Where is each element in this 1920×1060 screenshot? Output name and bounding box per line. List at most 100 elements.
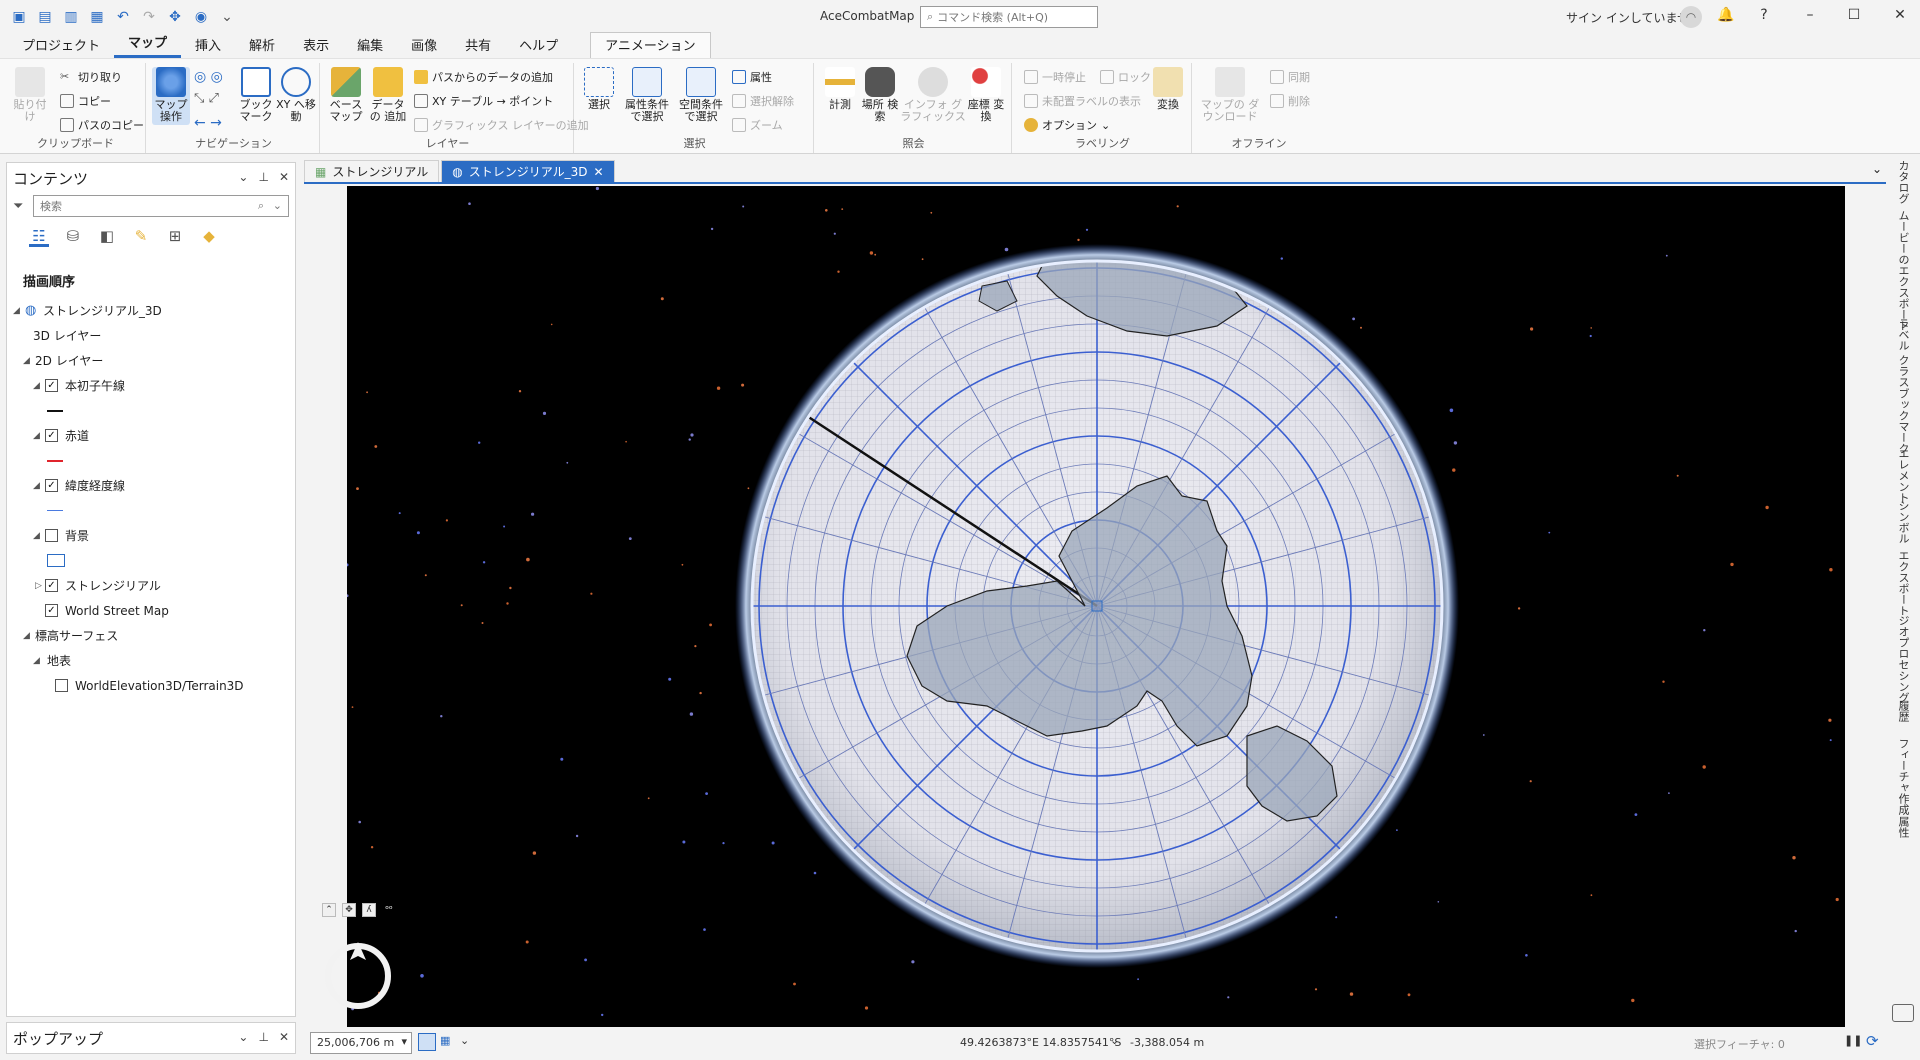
layer-checkbox[interactable] bbox=[45, 579, 58, 592]
unplaced-labels-button[interactable]: 未配置ラベルの表示 bbox=[1024, 93, 1141, 109]
tab-map-strangereal[interactable]: ▦ ストレンジリアル bbox=[304, 160, 440, 182]
dock-symbol[interactable]: シンボル bbox=[1895, 500, 1911, 544]
tab-project[interactable]: プロジェクト bbox=[8, 33, 114, 58]
close-icon[interactable]: ✕ bbox=[1890, 7, 1910, 23]
attributes-button[interactable]: 属性 bbox=[732, 69, 772, 85]
dock-export[interactable]: エクスポート bbox=[1895, 550, 1911, 616]
select-button[interactable]: 選択 bbox=[580, 67, 618, 111]
label-options-button[interactable]: オプション ⌄ bbox=[1024, 117, 1110, 133]
labeling-view-icon[interactable]: ◆ bbox=[199, 227, 219, 247]
add-from-path-button[interactable]: パスからのデータの追加 bbox=[414, 69, 553, 85]
layer-checkbox[interactable] bbox=[45, 529, 58, 542]
display-options-icon[interactable]: ▦ bbox=[440, 1034, 450, 1047]
expand-icon[interactable]: ◢ bbox=[33, 381, 40, 391]
editing-view-icon[interactable]: ✎ bbox=[131, 227, 151, 247]
copy-button[interactable]: コピー bbox=[60, 93, 111, 109]
tab-help[interactable]: ヘルプ bbox=[505, 33, 572, 58]
xy-goto-button[interactable]: XY へ移動 bbox=[276, 67, 316, 123]
tab-view[interactable]: 表示 bbox=[289, 33, 343, 58]
tree-row-graticule[interactable]: ◢ 緯度経度線 bbox=[7, 473, 295, 498]
download-map-button[interactable]: マップの ダウンロード bbox=[1198, 67, 1262, 123]
maximize-icon[interactable]: ☐ bbox=[1844, 7, 1864, 23]
help-button[interactable]: ? bbox=[1754, 7, 1774, 23]
locate-button[interactable]: 場所 検索 bbox=[860, 67, 900, 123]
expand-icon[interactable]: ◢ bbox=[23, 631, 30, 641]
convert-coords-button[interactable]: 座標 変換 bbox=[966, 67, 1006, 123]
globe[interactable] bbox=[347, 186, 1845, 1027]
expand-icon[interactable]: ◢ bbox=[13, 306, 20, 316]
customize-icon[interactable]: ⌄ bbox=[216, 6, 238, 28]
command-search-input[interactable]: ⌕ コマンド検索 (Alt+Q) bbox=[920, 6, 1098, 28]
contents-search-input[interactable]: 検索 ⌕ ⌄ bbox=[33, 195, 289, 217]
close-icon[interactable]: ✕ bbox=[279, 170, 289, 184]
tree-row-terrain[interactable]: WorldElevation3D/Terrain3D bbox=[7, 673, 295, 698]
copy-path-button[interactable]: パスのコピー bbox=[60, 117, 144, 133]
dock-export-movie[interactable]: ムービーのエクスポート bbox=[1895, 210, 1911, 331]
explore-button[interactable]: マップ 操作 bbox=[152, 67, 190, 125]
add-graphics-button[interactable]: グラフィックス レイヤーの追加 bbox=[414, 117, 589, 133]
extent-tools[interactable]: ⤡ ⤢ bbox=[194, 91, 219, 106]
layer-checkbox[interactable] bbox=[45, 379, 58, 392]
dock-attributes[interactable]: 属性 bbox=[1895, 816, 1911, 838]
select-by-attr-button[interactable]: 属性条件 で選択 bbox=[620, 67, 674, 123]
draw-order-icon[interactable]: ☷ bbox=[29, 227, 49, 247]
tab-scene-strangereal-3d[interactable]: ◍ ストレンジリアル_3D ✕ bbox=[441, 160, 615, 182]
minimize-icon[interactable]: – bbox=[1800, 7, 1820, 23]
tree-row-ground[interactable]: ◢ 地表 bbox=[7, 648, 295, 673]
full-extent-icon[interactable]: ✥ bbox=[342, 903, 356, 917]
undo-icon[interactable]: ↶ bbox=[112, 6, 134, 28]
filter-icon[interactable]: ⏷ bbox=[13, 199, 23, 214]
data-source-icon[interactable]: ⛁ bbox=[63, 227, 83, 247]
chevron-down-icon[interactable]: ⌄ bbox=[1872, 162, 1882, 176]
close-icon[interactable]: ✕ bbox=[279, 1030, 289, 1044]
zoom-to-selection-button[interactable]: ズーム bbox=[732, 117, 783, 133]
background-symbol[interactable] bbox=[47, 554, 65, 567]
measure-button[interactable]: 計測 bbox=[820, 67, 860, 111]
heading-icon[interactable]: ᵒᵒ bbox=[382, 903, 396, 917]
expand-icon[interactable]: ◢ bbox=[33, 531, 40, 541]
snapping-view-icon[interactable]: ⊞ bbox=[165, 227, 185, 247]
dock-element[interactable]: エレメント bbox=[1895, 448, 1911, 503]
save-icon[interactable]: ▥ bbox=[60, 6, 82, 28]
clear-selection-button[interactable]: 選択解除 bbox=[732, 93, 794, 109]
remove-offline-button[interactable]: 削除 bbox=[1270, 93, 1310, 109]
tree-row-2d-layers[interactable]: ◢ 2D レイヤー bbox=[7, 348, 295, 373]
explore-icon[interactable]: ✥ bbox=[164, 6, 186, 28]
collapse-navigator-icon[interactable]: ⌃ bbox=[322, 903, 336, 917]
cut-button[interactable]: ✂ 切り取り bbox=[60, 69, 122, 85]
tree-row-background[interactable]: ◢ 背景 bbox=[7, 523, 295, 548]
xy-table-button[interactable]: XY テーブル → ポイント bbox=[414, 93, 553, 109]
open-icon[interactable]: ▤ bbox=[34, 6, 56, 28]
chevron-down-icon[interactable]: ⌄ bbox=[460, 1034, 469, 1047]
map-icon[interactable]: ◉ bbox=[190, 6, 212, 28]
tree-row-elevation[interactable]: ◢ 標高サーフェス bbox=[7, 623, 295, 648]
dock-history[interactable]: 履歴 bbox=[1895, 700, 1911, 722]
expand-icon[interactable]: ◢ bbox=[33, 656, 40, 666]
notification-panel-icon[interactable] bbox=[1892, 1004, 1914, 1022]
dock-catalog[interactable]: カタログ bbox=[1895, 160, 1911, 204]
navigator-compass[interactable] bbox=[322, 938, 394, 1010]
dock-bookmarks[interactable]: ブックマーク bbox=[1895, 388, 1911, 454]
select-by-loc-button[interactable]: 空間条件 で選択 bbox=[674, 67, 728, 123]
pin-icon[interactable]: ⊥ bbox=[258, 1030, 268, 1044]
dock-geoprocessing[interactable]: ジオプロセシング bbox=[1895, 615, 1911, 703]
paste-button[interactable]: 貼り付け bbox=[10, 67, 50, 123]
chevron-down-icon[interactable]: ⌄ bbox=[238, 1030, 248, 1044]
tab-map[interactable]: マップ bbox=[114, 30, 182, 58]
tab-share[interactable]: 共有 bbox=[451, 33, 505, 58]
scale-input[interactable]: 25,006,706 m ▾ bbox=[310, 1032, 412, 1054]
tree-row-world-street-map[interactable]: World Street Map bbox=[7, 598, 295, 623]
tree-row-scene[interactable]: ◢ ◍ ストレンジリアル_3D bbox=[7, 298, 295, 323]
expand-icon[interactable]: ◢ bbox=[33, 481, 40, 491]
chevron-down-icon[interactable]: ⌄ bbox=[1110, 1034, 1119, 1047]
tab-edit[interactable]: 編集 bbox=[343, 33, 397, 58]
redo-icon[interactable]: ↷ bbox=[138, 6, 160, 28]
expand-icon[interactable]: ◢ bbox=[23, 356, 30, 366]
close-icon[interactable]: ✕ bbox=[593, 165, 603, 179]
expand-icon[interactable]: ◢ bbox=[33, 431, 40, 441]
person-view-icon[interactable]: ʎ bbox=[362, 903, 376, 917]
save-as-icon[interactable]: ▦ bbox=[86, 6, 108, 28]
graticule-symbol[interactable] bbox=[47, 510, 63, 511]
layer-checkbox[interactable] bbox=[55, 679, 68, 692]
pause-drawing-icon[interactable]: ❚❚ bbox=[1844, 1034, 1862, 1047]
